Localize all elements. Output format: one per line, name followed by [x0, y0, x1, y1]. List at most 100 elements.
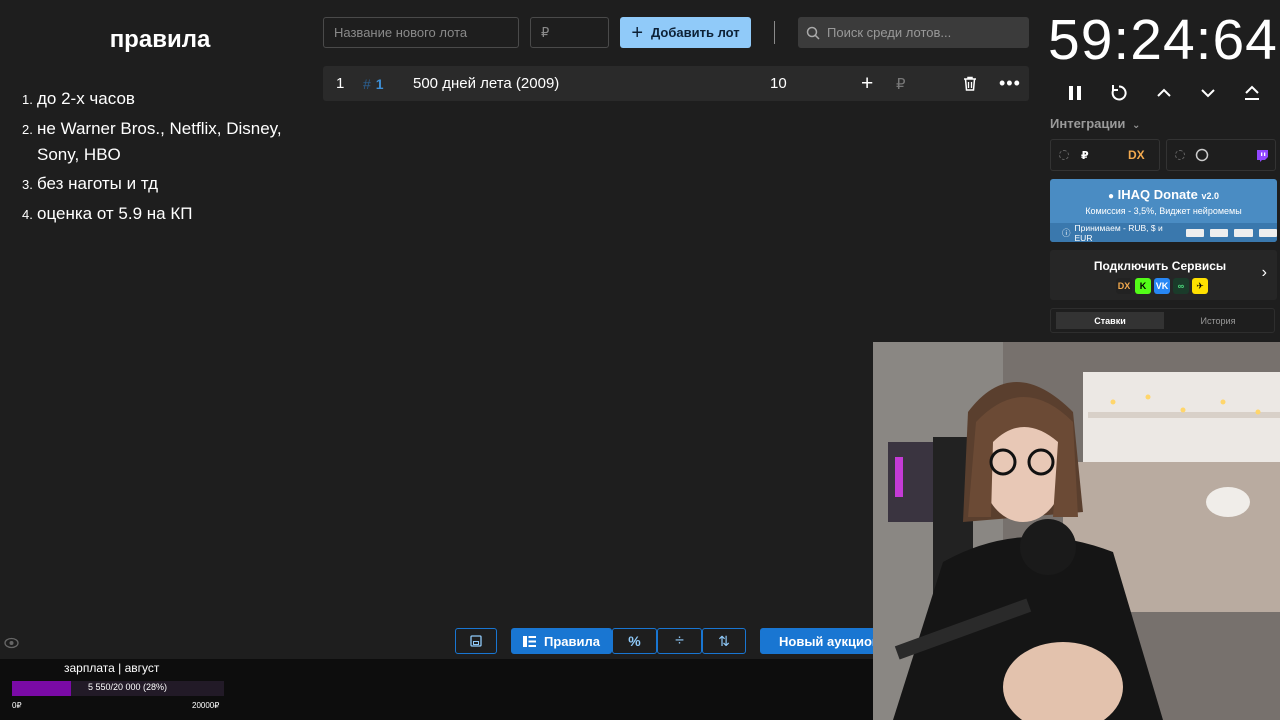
lot-name-placeholder: Название нового лота: [334, 25, 468, 40]
chevron-right-icon: ›: [1261, 264, 1267, 281]
donate-title: ● IHAQ Donate v2.0: [1050, 187, 1277, 202]
search-icon: [806, 26, 820, 40]
rule-text: не Warner Bros., Netflix, Disney, Sony, …: [37, 119, 282, 164]
eye-icon[interactable]: [4, 637, 19, 649]
dx-logo-icon: DX: [1128, 148, 1145, 162]
integration-twitch[interactable]: [1166, 139, 1276, 171]
lot-name-input[interactable]: Название нового лота: [323, 17, 519, 48]
rule-number: 4.: [22, 207, 33, 222]
add-lot-label: Добавить лот: [651, 25, 740, 40]
rules-button-label: Правила: [544, 633, 600, 649]
timer-display: 59:24:64: [1048, 8, 1278, 72]
integration-donationalerts[interactable]: ₽ DX: [1050, 139, 1160, 171]
refresh-circle-icon: [1195, 140, 1209, 170]
rule-item: 4. оценка от 5.9 на КП: [22, 201, 312, 228]
salary-max: 20000₽: [192, 701, 220, 710]
lot-name[interactable]: 500 дней лета (2009): [413, 66, 559, 101]
rule-text: без наготы и тд: [37, 174, 158, 193]
integrations-label: Интеграции: [1050, 116, 1126, 131]
rules-button[interactable]: Правила: [511, 628, 612, 654]
reset-icon[interactable]: [1107, 82, 1131, 104]
boosty-icon: ✈: [1192, 278, 1208, 294]
more-icon[interactable]: •••: [999, 66, 1021, 101]
lot-id: #1: [363, 66, 384, 101]
chevron-down-icon: ⌄: [1131, 120, 1141, 131]
donate-currencies: Принимаем - RUB, $ и EUR: [1074, 222, 1163, 243]
info-icon: ⓘ: [1062, 227, 1071, 238]
delete-icon[interactable]: [963, 66, 977, 101]
add-amount-icon[interactable]: +: [861, 66, 873, 101]
divide-button[interactable]: ÷: [657, 628, 702, 654]
chevron-down-icon[interactable]: [1196, 82, 1220, 104]
salary-min: 0₽: [12, 701, 22, 710]
sbp-icon: [1258, 228, 1277, 237]
mir-icon: [1209, 228, 1229, 237]
salary-goal-widget: зарплата | август 5 550/20 000 (28%) 0₽ …: [0, 659, 873, 720]
radio-icon: [1059, 150, 1069, 160]
donate-name: IHAQ Donate: [1117, 187, 1198, 202]
connect-services-card[interactable]: Подключить Сервисы DX K VK ∞ ✈ ›: [1050, 250, 1277, 300]
plus-icon: +: [631, 21, 644, 44]
services-icons: DX K VK ∞ ✈: [1116, 278, 1208, 294]
lot-row[interactable]: 1 #1 500 дней лета (2009) 10 + ₽ •••: [323, 66, 1029, 101]
new-auction-label: Новый аукцион: [779, 633, 880, 649]
tab-history[interactable]: История: [1167, 312, 1269, 329]
donate-service-card[interactable]: ● IHAQ Donate v2.0 Комиссия - 3,5%, Видж…: [1050, 179, 1277, 243]
vk-icon: VK: [1154, 278, 1170, 294]
integration-currency: ₽: [1081, 149, 1089, 162]
lot-amount-input[interactable]: ₽: [530, 17, 609, 48]
rule-number: 2.: [22, 122, 33, 137]
percent-icon: %: [628, 633, 641, 649]
save-button[interactable]: [455, 628, 497, 654]
pause-icon[interactable]: [1063, 82, 1087, 104]
rule-item: 3. без наготы и тд: [22, 171, 312, 198]
hash-icon: #: [363, 75, 371, 92]
lot-index: 1: [336, 75, 345, 92]
visa-icon: [1185, 228, 1204, 237]
lot-amount[interactable]: 10: [770, 66, 787, 101]
donate-footer: ⓘ Принимаем - RUB, $ и EUR: [1050, 222, 1277, 243]
rule-item: 2. не Warner Bros., Netflix, Disney, Sony…: [22, 116, 312, 168]
amount-placeholder: ₽: [541, 24, 550, 40]
new-auction-button[interactable]: Новый аукцион: [760, 628, 880, 654]
rule-item: 1. до 2-х часов: [22, 86, 312, 113]
webcam-image: [873, 342, 1280, 720]
search-placeholder: Поиск среди лотов...: [827, 25, 952, 40]
rules-list: 1. до 2-х часов 2. не Warner Bros., Netfli…: [22, 86, 312, 231]
rules-panel: правила 1. до 2-х часов 2. не Warner Bros.…: [0, 0, 320, 640]
radio-icon: [1175, 150, 1185, 160]
lot-currency[interactable]: ₽: [896, 66, 906, 101]
goodgame-icon: ∞: [1173, 278, 1189, 294]
sort-button[interactable]: ⇅: [702, 628, 746, 654]
dx-icon: DX: [1116, 278, 1132, 294]
rule-number: 3.: [22, 177, 33, 192]
donate-version: v2.0: [1201, 191, 1219, 201]
chevron-up-icon[interactable]: [1152, 82, 1176, 104]
sort-icon: ⇅: [718, 632, 730, 649]
services-title: Подключить Сервисы: [1093, 259, 1227, 273]
search-input[interactable]: Поиск среди лотов...: [798, 17, 1029, 48]
lot-id-number: 1: [375, 75, 384, 92]
kick-icon: K: [1135, 278, 1151, 294]
tab-bets[interactable]: Ставки: [1056, 312, 1164, 329]
bets-history-tabs: Ставки История: [1050, 308, 1275, 333]
rule-text: оценка от 5.9 на КП: [37, 204, 193, 223]
integrations-toggle[interactable]: Интеграции ⌄: [1050, 116, 1140, 131]
add-lot-button[interactable]: + Добавить лот: [620, 17, 751, 48]
rule-number: 1.: [22, 92, 33, 107]
salary-progress-text: 5 550/20 000 (28%): [88, 682, 168, 692]
list-icon: [523, 635, 536, 647]
toolbar-divider: [774, 21, 775, 44]
double-up-icon[interactable]: [1240, 82, 1264, 104]
mastercard-icon: [1234, 228, 1253, 237]
flag-icon: ●: [1108, 191, 1115, 202]
rule-text: до 2-х часов: [37, 89, 135, 108]
rules-title: правила: [109, 26, 211, 53]
twitch-icon: [1256, 140, 1269, 170]
salary-progress-fill: [12, 681, 72, 696]
percent-button[interactable]: %: [612, 628, 657, 654]
save-icon: [470, 635, 482, 647]
webcam-video: [873, 342, 1280, 720]
donate-subtitle: Комиссия - 3,5%, Виджет нейромемы: [1085, 206, 1242, 216]
divide-icon: ÷: [675, 632, 684, 649]
